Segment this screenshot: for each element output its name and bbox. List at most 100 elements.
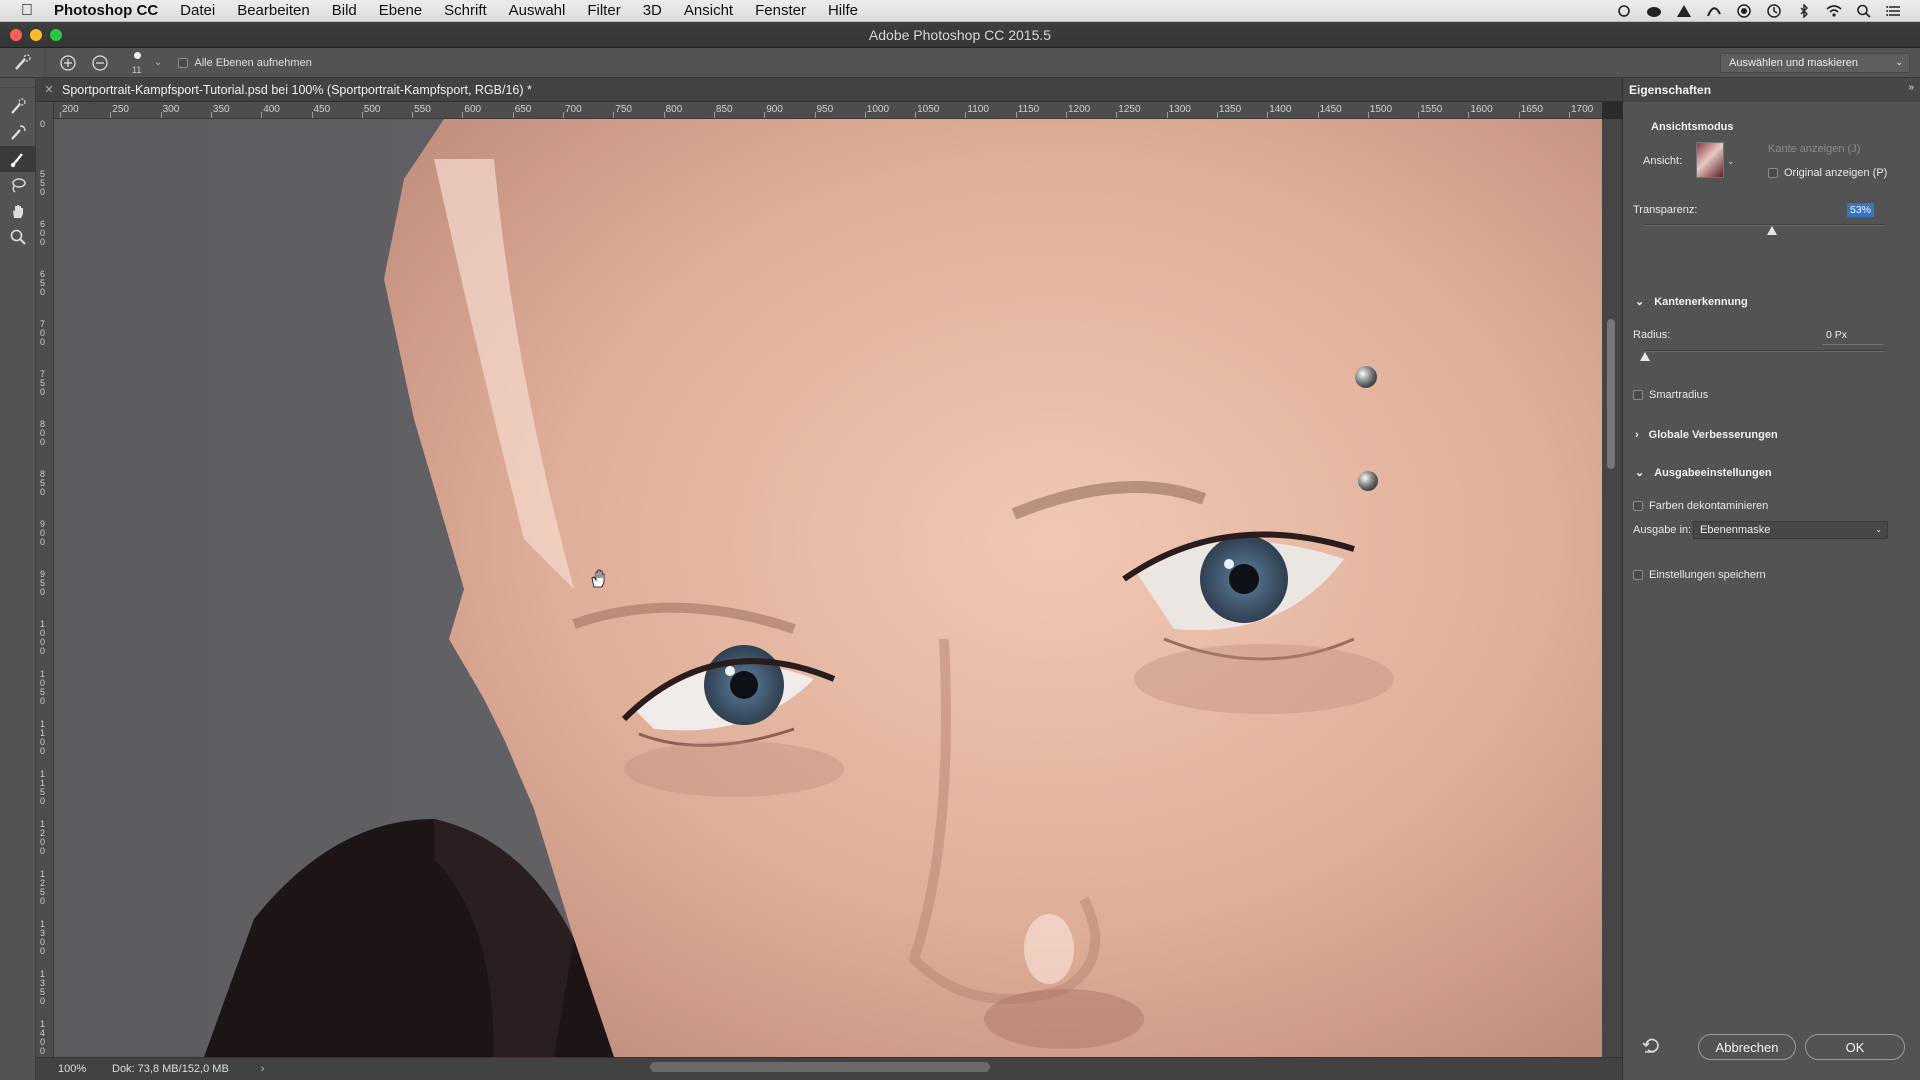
brush-tool[interactable] [0,146,36,172]
ruler-tick-label: 450 [313,104,331,115]
ruler-tick-label: 1200 [40,819,46,856]
vertical-ruler[interactable]: 0 550 600 650 700 750 800 850 900 950 1000 1050 1100… [36,102,54,1057]
menu-hilfe[interactable]: Hilfe [817,2,869,19]
ruler-tick-label: 1150 [1017,104,1040,115]
properties-panel: Eigenschaften » Ansichtsmodus Ansicht: ⌄… [1622,78,1920,1080]
output-settings-title: Ausgabeeinstellungen [1654,466,1772,479]
menu-schrift[interactable]: Schrift [433,2,498,19]
view-mode-picker[interactable]: ⌄ [1696,142,1742,182]
brush-icon [10,153,23,168]
ruler-tick [965,112,967,118]
tool-preset-picker[interactable] [0,47,46,78]
add-to-selection-button[interactable] [58,53,78,73]
close-document-icon[interactable]: ✕ [36,83,62,96]
workspace-dropdown[interactable]: Auswählen und maskieren ⌄ [1720,53,1910,73]
horizontal-scroll-thumb[interactable] [650,1062,990,1072]
radius-slider-handle[interactable] [1640,352,1650,361]
creative-cloud-icon[interactable] [1646,4,1662,18]
output-to-select[interactable]: Ebenenmaske ⌄ [1693,521,1888,539]
menu-filter[interactable]: Filter [576,2,631,19]
radius-value-field[interactable]: 0 Px [1823,328,1850,342]
zoom-level[interactable]: 100% [36,1063,106,1075]
chevron-right-icon: › [1635,429,1639,441]
smart-radius-option[interactable]: Smartradius [1633,389,1708,401]
ruler-tick [864,112,866,118]
ruler-tick-label: 800 [40,419,46,447]
chevron-down-icon[interactable]: ⌄ [154,57,162,68]
apple-menu-icon[interactable]:  [0,2,54,20]
collapse-panel-icon[interactable]: » [1908,82,1914,93]
decontaminate-colors-checkbox[interactable] [1633,501,1643,511]
maximize-window-button[interactable] [50,29,62,41]
minimize-window-button[interactable] [30,29,42,41]
ok-button[interactable]: OK [1805,1034,1905,1060]
menu-app-name[interactable]: Photoshop CC [54,2,169,19]
remember-settings-checkbox[interactable] [1633,570,1643,580]
ruler-tick [210,112,212,118]
transparency-slider-track[interactable] [1645,224,1885,226]
view-mode-title: Ansichtsmodus [1651,121,1734,133]
canvas[interactable] [54,119,1602,1057]
creative-cloud-sync-icon[interactable] [1616,4,1632,18]
remember-settings-option[interactable]: Einstellungen speichern [1633,569,1766,581]
close-window-button[interactable] [10,29,22,41]
chevron-down-icon: ⌄ [1727,156,1735,166]
transparency-slider-handle[interactable] [1767,226,1778,235]
spotlight-search-icon[interactable] [1856,4,1872,18]
lasso-tool[interactable] [0,172,36,198]
output-settings-section-header[interactable]: ⌄ Ausgabeeinstellungen [1635,466,1772,480]
signature-app-icon[interactable] [1706,4,1722,18]
sample-all-layers-label: Alle Ebenen aufnehmen [194,56,312,69]
subtract-from-selection-button[interactable] [90,53,110,73]
menu-datei[interactable]: Datei [169,2,226,19]
ruler-tick-label: 1400 [1269,104,1292,115]
menu-ebene[interactable]: Ebene [368,2,433,19]
menu-ansicht[interactable]: Ansicht [673,2,744,19]
ruler-tick-label: 350 [212,104,230,115]
cancel-button[interactable]: Abbrechen [1698,1034,1796,1060]
panel-grip[interactable] [0,78,35,88]
menu-fenster[interactable]: Fenster [744,2,817,19]
window-title: Adobe Photoshop CC 2015.5 [868,26,1052,43]
tools-panel [0,78,36,1080]
bluetooth-icon[interactable] [1796,4,1812,18]
record-icon[interactable] [1736,4,1752,18]
refine-edge-brush-tool[interactable] [0,120,36,146]
sample-all-layers-checkbox[interactable] [178,57,189,68]
show-original-option[interactable]: Original anzeigen (P) [1768,167,1887,179]
decontaminate-colors-option[interactable]: Farben dekontaminieren [1633,500,1768,512]
brush-size-picker[interactable]: 11 [126,49,148,77]
zoom-tool[interactable] [0,224,36,250]
radius-slider-track[interactable] [1645,350,1885,352]
ruler-tick [361,112,363,118]
ruler-tick [311,112,313,118]
ruler-tick [60,112,61,118]
reset-icon [1642,1038,1659,1053]
vertical-scroll-thumb[interactable] [1607,319,1615,469]
menu-3d[interactable]: 3D [632,2,673,19]
smart-radius-checkbox[interactable] [1633,390,1643,400]
quick-selection-tool[interactable] [0,94,36,120]
show-original-checkbox[interactable] [1768,168,1778,178]
hand-tool[interactable] [0,198,36,224]
ruler-tick-label: 750 [615,104,632,115]
show-edge-option[interactable]: Kante anzeigen (J) [1768,143,1860,155]
ruler-tick-label: 1500 [1369,104,1393,115]
show-original-label: Original anzeigen (P) [1784,167,1888,179]
document-tab[interactable]: ✕ Sportportrait-Kampfsport-Tutorial.psd … [36,78,1622,102]
google-drive-icon[interactable] [1676,4,1692,18]
transparency-value-field[interactable]: 53% [1847,203,1875,217]
edge-detection-section-header[interactable]: ⌄ Kantenerkennung [1635,295,1748,309]
chevron-right-icon[interactable]: › [261,1063,265,1075]
horizontal-ruler[interactable]: 200 250 300 350 400 450 500 550 600 650 700 750 800 8… [54,102,1602,119]
time-machine-icon[interactable] [1766,4,1782,18]
notification-center-icon[interactable] [1886,4,1902,18]
sample-all-layers-option[interactable]: Alle Ebenen aufnehmen [178,56,312,69]
reset-button[interactable] [1641,1036,1661,1056]
menu-auswahl[interactable]: Auswahl [498,2,577,19]
menu-bild[interactable]: Bild [321,2,368,19]
wifi-icon[interactable] [1826,4,1842,18]
global-refinements-section-header[interactable]: › Globale Verbesserungen [1635,429,1778,441]
menu-bearbeiten[interactable]: Bearbeiten [226,2,321,19]
vertical-scrollbar[interactable] [1602,119,1622,1057]
